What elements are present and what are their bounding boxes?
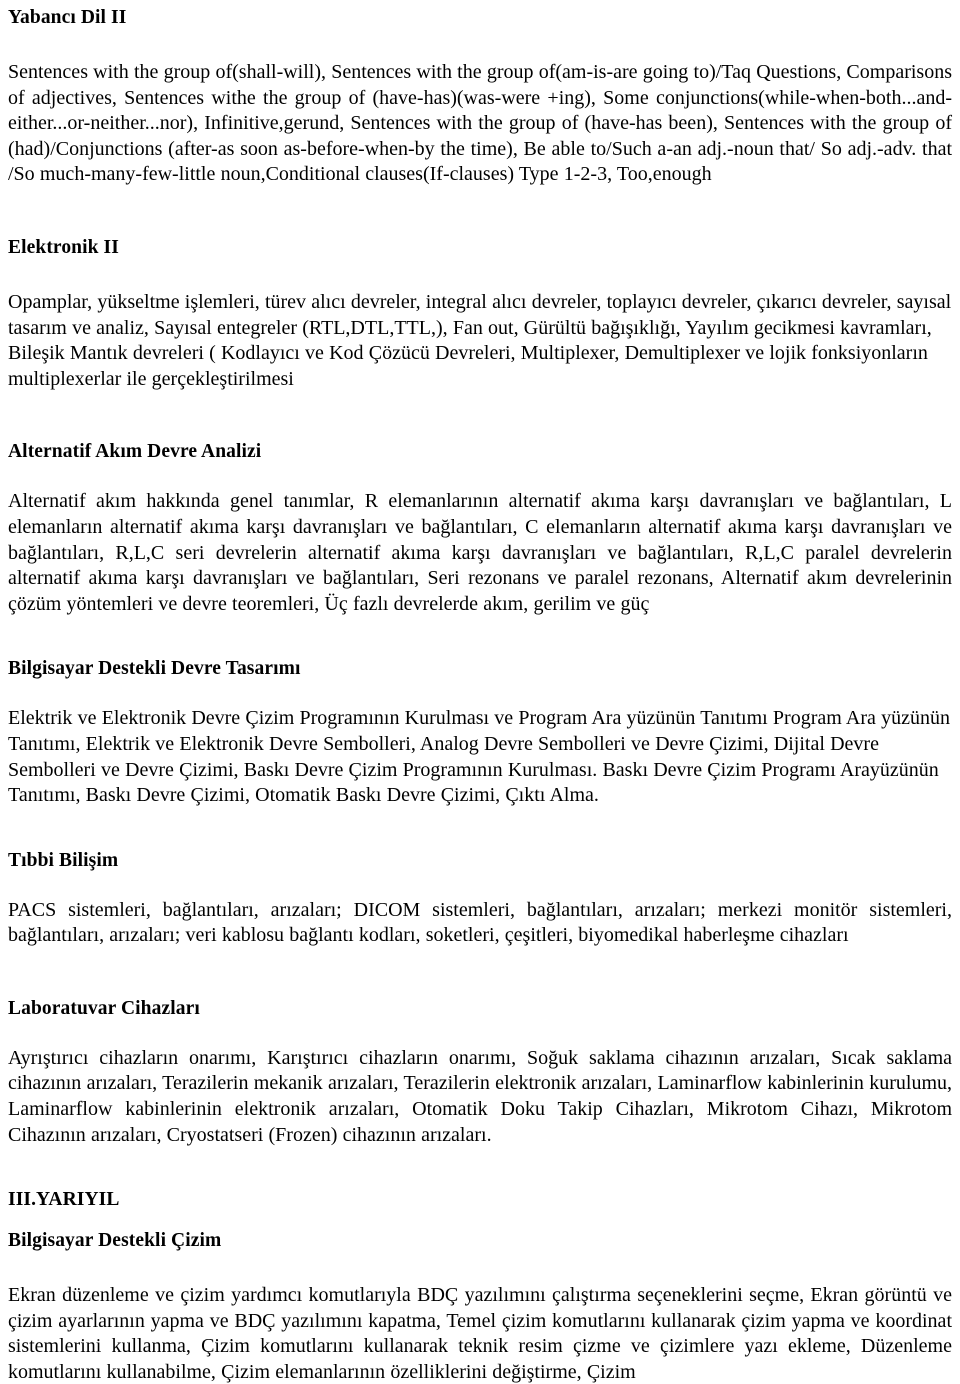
- section-alternatif-akim-devre-analizi: Alternatif Akım Devre Analizi Alternatif…: [8, 440, 952, 617]
- section-heading: Yabancı Dil II: [8, 7, 127, 28]
- section-heading: Laboratuvar Cihazları: [8, 997, 200, 1019]
- section-body: Opamplar, yükseltme işlemleri, türev alı…: [8, 290, 952, 390]
- section-yabanci-dil-ii: Yabancı Dil II Sentences with the group …: [8, 6, 952, 188]
- section-body: Ayrıştırıcı cihazların onarımı, Karıştır…: [8, 1046, 952, 1146]
- section-heading: Tıbbi Bilişim: [8, 849, 119, 871]
- document-body: Yabancı Dil II Sentences with the group …: [8, 0, 952, 1384]
- section-heading: Bilgisayar Destekli Devre Tasarımı: [8, 658, 301, 680]
- section-elektronik-ii: Elektronik II Opamplar, yükseltme işleml…: [8, 236, 952, 392]
- section-body: Sentences with the group of(shall-will),…: [8, 61, 952, 186]
- section-heading: Elektronik II: [8, 236, 119, 258]
- section-bilgisayar-destekli-devre-tasarimi: Bilgisayar Destekli Devre Tasarımı Elekt…: [8, 657, 952, 808]
- section-tibbi-bilisim: Tıbbi Bilişim PACS sistemleri, bağlantıl…: [8, 849, 952, 949]
- section-body: Ekran düzenleme ve çizim yardımcı komutl…: [8, 1284, 952, 1384]
- document-page: Yabancı Dil II Sentences with the group …: [0, 0, 960, 1384]
- section-heading: Alternatif Akım Devre Analizi: [8, 441, 262, 463]
- section-heading: Bilgisayar Destekli Çizim: [8, 1230, 222, 1252]
- semester-heading: III.YARIYIL: [8, 1189, 120, 1211]
- section-body: Elektrik ve Elektronik Devre Çizim Progr…: [8, 707, 950, 807]
- section-body: PACS sistemleri, bağlantıları, arızaları…: [8, 898, 952, 947]
- section-bilgisayar-destekli-cizim: Bilgisayar Destekli Çizim Ekran düzenlem…: [8, 1229, 952, 1384]
- section-laboratuvar-cihazlari: Laboratuvar Cihazları Ayrıştırıcı cihazl…: [8, 997, 952, 1148]
- section-body: Alternatif akım hakkında genel tanımlar,…: [8, 490, 952, 615]
